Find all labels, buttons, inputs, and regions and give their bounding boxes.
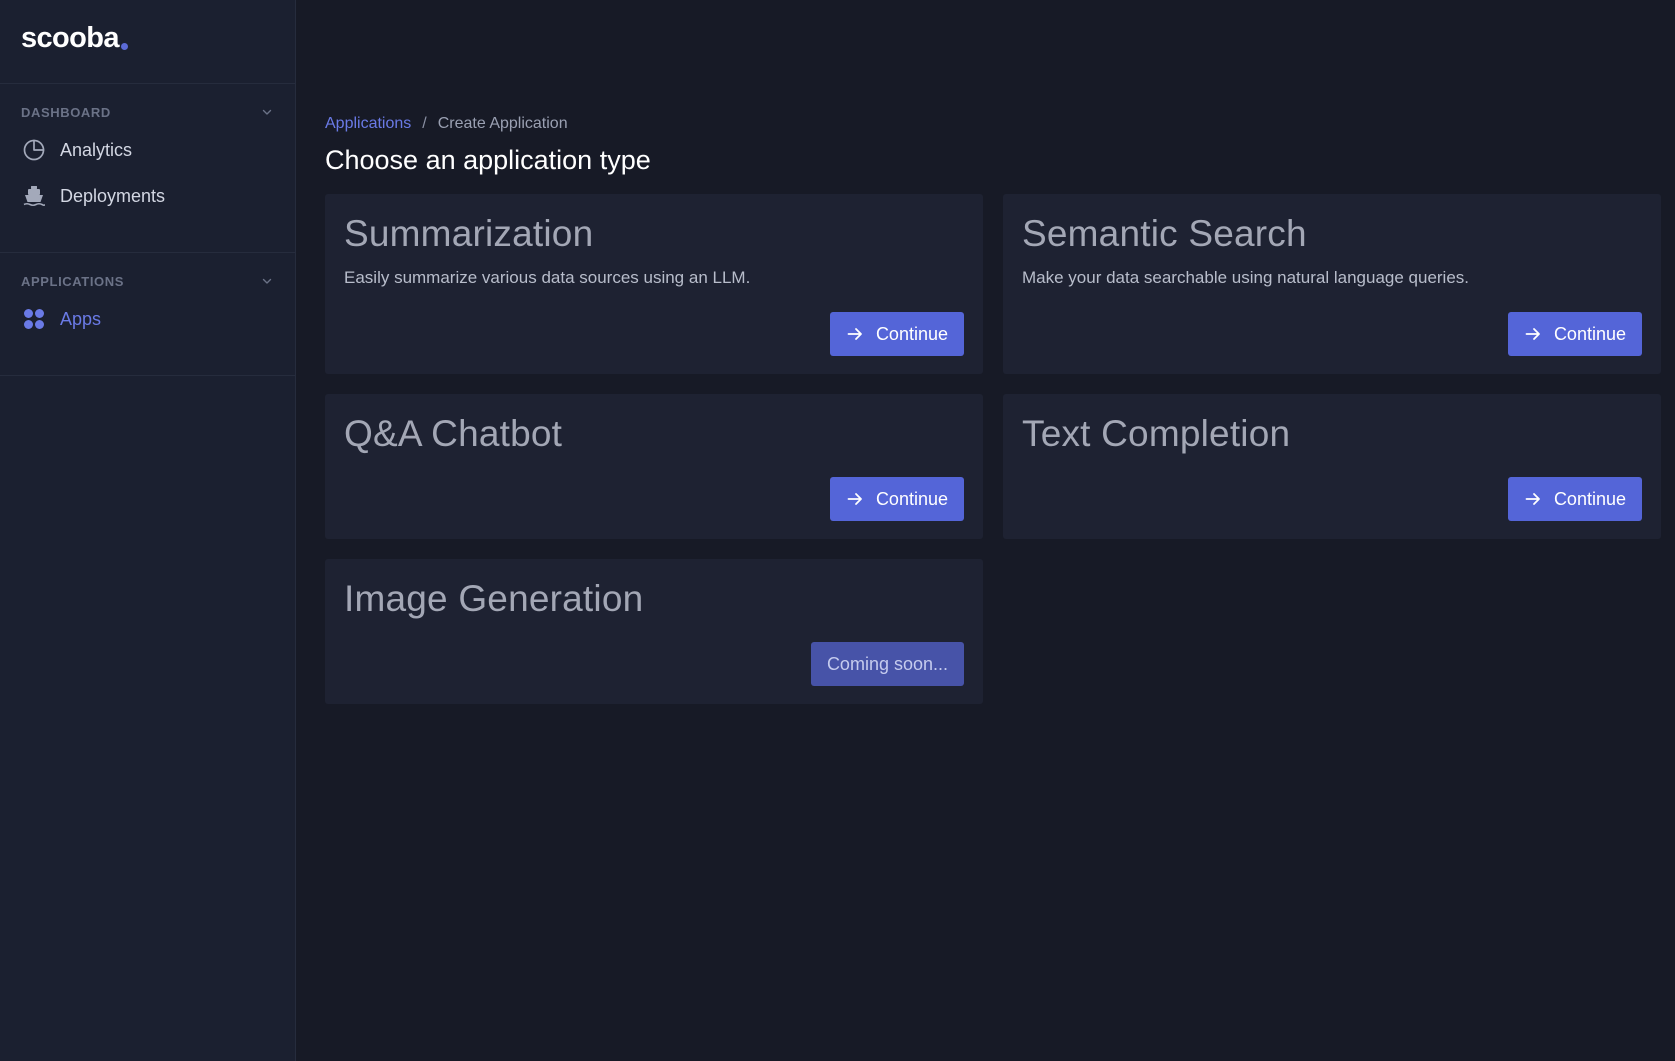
- sidebar-item-label: Analytics: [60, 139, 133, 160]
- sidebar-item-deployments[interactable]: Deployments: [0, 176, 295, 216]
- continue-button[interactable]: Continue: [829, 312, 964, 356]
- logo-row: scooba: [0, 0, 295, 84]
- nav-section-applications: APPLICATIONS Apps: [0, 253, 295, 376]
- ship-icon: [22, 184, 46, 208]
- nav-section-dashboard: DASHBOARD Analytics Deployments: [0, 84, 295, 253]
- sidebar-item-analytics[interactable]: Analytics: [0, 130, 295, 170]
- sidebar-item-label: Deployments: [60, 185, 166, 206]
- continue-button-label: Continue: [1553, 488, 1626, 509]
- card-title: Image Generation: [344, 578, 644, 619]
- card-title: Q&A Chatbot: [344, 413, 563, 454]
- section-title: APPLICATIONS: [21, 273, 125, 289]
- continue-button[interactable]: Continue: [829, 477, 964, 521]
- page-title: Choose an application type: [325, 145, 651, 175]
- sidebar-item-label: Apps: [60, 308, 102, 329]
- breadcrumb-current: Create Application: [437, 115, 568, 132]
- app-type-card-text-completion: Text Completion Continue: [1003, 394, 1661, 539]
- card-description: Make your data searchable using natural …: [1022, 268, 1470, 287]
- app-type-card-image-generation: Image Generation Coming soon...: [325, 559, 983, 704]
- app-type-grid: Summarization Easily summarize various d…: [325, 194, 1675, 724]
- sidebar-item-apps[interactable]: Apps: [0, 299, 295, 339]
- apps-grid-icon: [22, 307, 46, 331]
- chevron-down-icon: [261, 275, 273, 287]
- section-header-applications[interactable]: APPLICATIONS: [0, 269, 295, 293]
- arrow-right-icon: [846, 325, 864, 343]
- arrow-right-icon: [846, 490, 864, 508]
- main-content: Applications / Create Application Choose…: [296, 0, 1675, 1061]
- coming-soon-label: Coming soon...: [826, 653, 948, 674]
- continue-button[interactable]: Continue: [1507, 477, 1642, 521]
- continue-button[interactable]: Continue: [1507, 312, 1642, 356]
- logo-text: scooba: [21, 22, 120, 54]
- card-title: Summarization: [344, 213, 594, 254]
- section-title: DASHBOARD: [21, 104, 111, 120]
- logo-dot: [120, 43, 128, 50]
- app-root: scooba DASHBOARD Analytics Deployments A…: [0, 0, 1675, 1061]
- logo[interactable]: scooba: [21, 22, 128, 55]
- breadcrumb-separator: /: [422, 115, 427, 132]
- section-header-dashboard[interactable]: DASHBOARD: [0, 100, 295, 124]
- card-description: Easily summarize various data sources us…: [344, 268, 751, 287]
- arrow-right-icon: [1524, 490, 1542, 508]
- card-title: Semantic Search: [1022, 213, 1307, 254]
- breadcrumb-link-applications[interactable]: Applications: [325, 115, 411, 133]
- coming-soon-button: Coming soon...: [810, 642, 964, 686]
- continue-button-label: Continue: [1553, 323, 1626, 344]
- sidebar: scooba DASHBOARD Analytics Deployments A…: [0, 0, 296, 1061]
- app-type-card-qa-chatbot: Q&A Chatbot Continue: [325, 394, 983, 539]
- continue-button-label: Continue: [875, 323, 948, 344]
- arrow-right-icon: [1524, 325, 1542, 343]
- app-type-card-summarization: Summarization Easily summarize various d…: [325, 194, 983, 374]
- app-type-card-semantic-search: Semantic Search Make your data searchabl…: [1003, 194, 1661, 374]
- continue-button-label: Continue: [875, 488, 948, 509]
- breadcrumb: Applications / Create Application: [325, 112, 1675, 136]
- chevron-down-icon: [261, 106, 273, 118]
- card-title: Text Completion: [1022, 413, 1291, 454]
- pie-chart-icon: [22, 138, 46, 162]
